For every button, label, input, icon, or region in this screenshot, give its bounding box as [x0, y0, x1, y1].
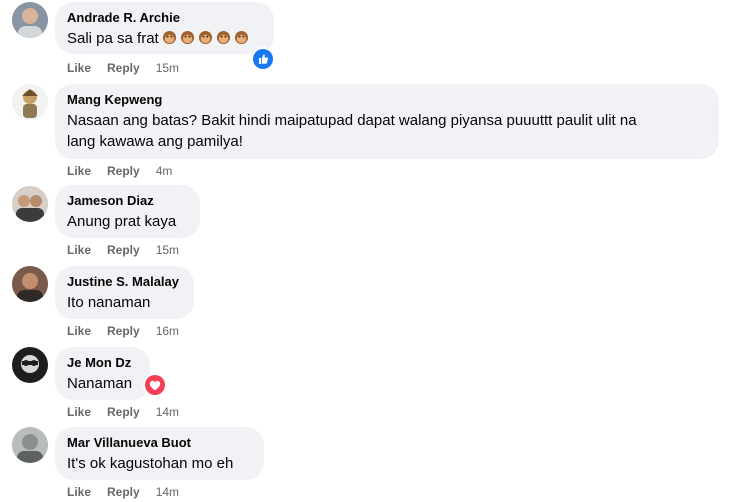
- comment-author[interactable]: Andrade R. Archie: [67, 10, 262, 26]
- comment-bubble: Je Mon Dz Nanaman: [55, 347, 150, 400]
- comment-timestamp[interactable]: 15m: [156, 243, 179, 257]
- like-button[interactable]: Like: [67, 405, 91, 419]
- comment-actions: Like Reply 14m: [67, 484, 179, 500]
- comment-author[interactable]: Jameson Diaz: [67, 193, 188, 209]
- monkey-face-emoji: [180, 30, 195, 45]
- like-button[interactable]: Like: [67, 324, 91, 338]
- comment-timestamp[interactable]: 16m: [156, 324, 179, 338]
- avatar[interactable]: [12, 427, 48, 463]
- comment-timestamp[interactable]: 14m: [156, 485, 179, 499]
- avatar[interactable]: [12, 84, 48, 120]
- comment-timestamp[interactable]: 15m: [156, 61, 179, 75]
- comment-author[interactable]: Je Mon Dz: [67, 355, 138, 371]
- comment-author[interactable]: Mar Villanueva Buot: [67, 435, 252, 451]
- comment-actions: Like Reply 15m: [67, 242, 179, 258]
- love-reaction-icon[interactable]: [143, 373, 167, 397]
- comment-actions: Like Reply 4m: [67, 163, 172, 179]
- like-button[interactable]: Like: [67, 243, 91, 257]
- comment-bubble: Andrade R. Archie Sali pa sa frat: [55, 2, 274, 54]
- comment-text: Nanaman: [67, 375, 133, 392]
- comment-text-line: lang kawawa ang pamilya!: [67, 133, 243, 150]
- comment-author[interactable]: Justine S. Malalay: [67, 274, 182, 290]
- comment-text: Nasaan ang batas? Bakit hindi maipatupad…: [67, 110, 707, 152]
- comment-timestamp[interactable]: 4m: [156, 164, 173, 178]
- avatar[interactable]: [12, 266, 48, 302]
- monkey-face-emoji: [216, 30, 231, 45]
- like-reaction-icon[interactable]: [251, 47, 275, 71]
- reply-button[interactable]: Reply: [107, 61, 140, 75]
- comment-bubble: Jameson Diaz Anung prat kaya: [55, 185, 200, 238]
- like-button[interactable]: Like: [67, 61, 91, 75]
- avatar[interactable]: [12, 2, 48, 38]
- comment-text: Sali pa sa frat: [67, 28, 262, 49]
- comment-author[interactable]: Mang Kepweng: [67, 92, 707, 108]
- comment-text-line: Nasaan ang batas? Bakit hindi maipatupad…: [67, 112, 637, 129]
- reply-button[interactable]: Reply: [107, 164, 140, 178]
- monkey-face-emoji: [162, 30, 177, 45]
- avatar[interactable]: [12, 347, 48, 383]
- comment-text-content: Sali pa sa frat: [67, 30, 159, 47]
- like-button[interactable]: Like: [67, 485, 91, 499]
- monkey-face-emoji: [198, 30, 213, 45]
- monkey-face-emoji: [234, 30, 249, 45]
- comment-bubble: Justine S. Malalay Ito nanaman: [55, 266, 194, 319]
- reply-button[interactable]: Reply: [107, 324, 140, 338]
- reply-button[interactable]: Reply: [107, 485, 140, 499]
- comment-text: Ito nanaman: [67, 294, 151, 311]
- comment-bubble: Mang Kepweng Nasaan ang batas? Bakit hin…: [55, 84, 719, 159]
- comment-actions: Like Reply 15m: [67, 60, 179, 76]
- like-button[interactable]: Like: [67, 164, 91, 178]
- comment-bubble: Mar Villanueva Buot It's ok kagustohan m…: [55, 427, 264, 480]
- reply-button[interactable]: Reply: [107, 243, 140, 257]
- comment-text: Anung prat kaya: [67, 213, 177, 230]
- comment-actions: Like Reply 16m: [67, 323, 179, 339]
- avatar[interactable]: [12, 186, 48, 222]
- comment-timestamp[interactable]: 14m: [156, 405, 179, 419]
- reply-button[interactable]: Reply: [107, 405, 140, 419]
- comment-text: It's ok kagustohan mo eh: [67, 455, 234, 472]
- comment-actions: Like Reply 14m: [67, 404, 179, 420]
